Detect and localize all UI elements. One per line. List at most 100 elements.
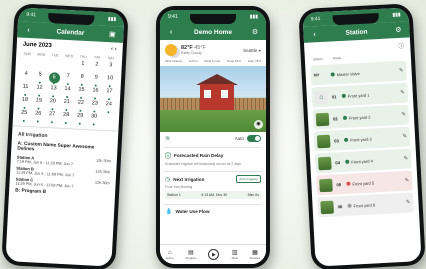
location-text: Seattle	[243, 47, 258, 53]
calendar-day[interactable]: 27	[45, 111, 60, 125]
day-number: 14	[64, 85, 71, 93]
col-station: Station	[312, 56, 323, 62]
calendar-day[interactable]: 5	[33, 71, 48, 85]
calendar-day[interactable]: 4	[19, 71, 34, 85]
calendar-day[interactable]: 14	[60, 86, 75, 100]
scheduled-dot-icon	[66, 83, 69, 86]
weather-summary[interactable]: 82°F 45°F Partly Cloudy Seattle ⌖	[160, 40, 266, 58]
station-row[interactable]: 05 Front yard 5 ✎	[315, 170, 413, 196]
calendar-day[interactable]: 19	[31, 97, 46, 111]
day-number: 18	[21, 96, 29, 104]
scheduled-dot-icon	[78, 122, 81, 125]
calendar-day[interactable]: 18	[17, 96, 32, 110]
calendar-day[interactable]: 26	[31, 110, 46, 124]
scheduled-dot-icon	[80, 96, 83, 99]
calendar-day[interactable]: 2	[89, 61, 104, 75]
scheduled-dot-icon	[65, 108, 68, 112]
scheduled-dot-icon	[80, 83, 83, 86]
calendar-day[interactable]: 7	[61, 73, 76, 87]
calendar-day[interactable]: 23	[87, 100, 102, 114]
camera-icon[interactable]: ◉	[254, 120, 263, 129]
station-row[interactable]: 03 Front yard 3 ✎	[313, 126, 411, 152]
calendar-today-icon[interactable]: ▣	[108, 30, 116, 38]
status-dot-icon	[346, 181, 351, 186]
tab-label: Devices	[250, 256, 260, 260]
calendar-day[interactable]: 17	[102, 88, 117, 102]
tab-stats[interactable]: ▥ Stats	[232, 249, 238, 260]
water-use-card[interactable]: 💧 Water Use Flow	[164, 204, 262, 218]
battery-icon: ▮▮▮	[249, 14, 258, 20]
station-row[interactable]: ⌂ 01 Front yard 1 ✎	[311, 82, 409, 108]
calendar-day[interactable]: 8	[75, 73, 90, 87]
chevron-left-icon[interactable]: ‹	[111, 46, 113, 52]
day-number: 19	[35, 97, 43, 104]
station-number: 03	[334, 137, 339, 143]
scheduled-dot-icon	[24, 93, 27, 96]
tab-label: Stats	[231, 256, 238, 260]
gear-icon[interactable]: ⚙	[251, 28, 259, 36]
back-icon[interactable]: ‹	[310, 31, 318, 38]
pencil-icon[interactable]: ✎	[402, 134, 407, 140]
pencil-icon[interactable]: ✎	[399, 68, 404, 74]
station-row[interactable]: 04 Front yard 4 ✎	[314, 148, 412, 174]
tab-label: Program	[185, 256, 197, 260]
day-number: 3	[109, 62, 113, 69]
pencil-icon[interactable]: ✎	[406, 200, 411, 206]
auto-toggle[interactable]	[247, 135, 261, 142]
calendar-day[interactable]: 24	[101, 101, 116, 115]
gear-icon[interactable]: ⚙	[394, 26, 402, 34]
calendar-day[interactable]: 11	[18, 84, 33, 98]
pencil-icon[interactable]: ✎	[403, 156, 408, 162]
station-name-wrap: Front yard 1	[341, 92, 369, 98]
status-dot-icon	[330, 72, 335, 77]
day-number: 17	[106, 88, 113, 95]
calendar-day[interactable]: 21	[59, 99, 74, 113]
calendar-day[interactable]: 6	[47, 72, 62, 86]
pencil-icon[interactable]: ✎	[401, 112, 406, 118]
back-icon[interactable]: ‹	[24, 26, 32, 33]
day-number: 1	[81, 60, 85, 67]
calendar-day[interactable]: 28	[59, 112, 74, 126]
calendar-day[interactable]: 22	[73, 99, 88, 113]
next-station: Station 1	[167, 193, 181, 197]
back-icon[interactable]: ‹	[167, 29, 175, 36]
next-irrigation-card[interactable]: ◷ Next Irrigation Auto Irrigation Front …	[164, 171, 262, 202]
phone-notch	[190, 14, 236, 24]
calendar-day[interactable]: 12	[32, 84, 47, 98]
calendar-day[interactable]: 9	[89, 74, 104, 88]
info-icon[interactable]: ⓘ	[398, 41, 404, 50]
calendar-day[interactable]: 30	[87, 113, 102, 127]
scheduled-dot-icon	[94, 84, 97, 87]
house-icon: ⌂	[314, 90, 329, 104]
chevron-right-icon[interactable]: ›	[114, 46, 116, 52]
station-row[interactable]: 02 Front yard 2 ✎	[312, 104, 410, 130]
tab-devices[interactable]: ▦ Devices	[250, 249, 260, 260]
month-label[interactable]: June 2023	[23, 42, 52, 50]
station-name: Front yard 4	[351, 157, 373, 165]
scheduled-dot-icon	[38, 81, 41, 84]
scheduled-dot-icon	[64, 121, 67, 125]
station-row[interactable]: MV Master Valve ✎	[310, 60, 408, 86]
day-number: 26	[34, 110, 42, 117]
pencil-icon[interactable]: ✎	[400, 90, 405, 96]
calendar-day[interactable]: 13	[46, 85, 61, 99]
tab-home[interactable]: ⌂ Home	[166, 250, 173, 260]
scheduled-dot-icon	[36, 120, 39, 123]
calendar-day[interactable]: 20	[45, 98, 60, 112]
tab-run[interactable]: ▶	[208, 249, 220, 260]
calendar-day[interactable]: 1	[75, 60, 90, 74]
calendar-day[interactable]: 16	[88, 87, 103, 101]
day-number: 15	[78, 86, 85, 93]
pencil-icon[interactable]: ✎	[405, 178, 410, 184]
calendar-day[interactable]: 15	[74, 86, 89, 100]
scheduled-dot-icon	[38, 94, 41, 97]
calendar-day[interactable]: 10	[103, 75, 118, 89]
calendar-day[interactable]: 25	[17, 109, 32, 123]
calendar-day[interactable]: 29	[73, 112, 88, 126]
station-row[interactable]: 06 Front yard 6 ✎	[317, 192, 415, 218]
calendar-day[interactable]: 3	[103, 62, 118, 76]
rain-delay-card[interactable]: ⓘ Forecasted Rain Delay Scheduled irriga…	[164, 147, 262, 169]
scheduled-dot-icon	[52, 95, 55, 98]
tab-program[interactable]: ▤ Program	[186, 249, 197, 260]
page-title: Calendar	[56, 27, 85, 37]
